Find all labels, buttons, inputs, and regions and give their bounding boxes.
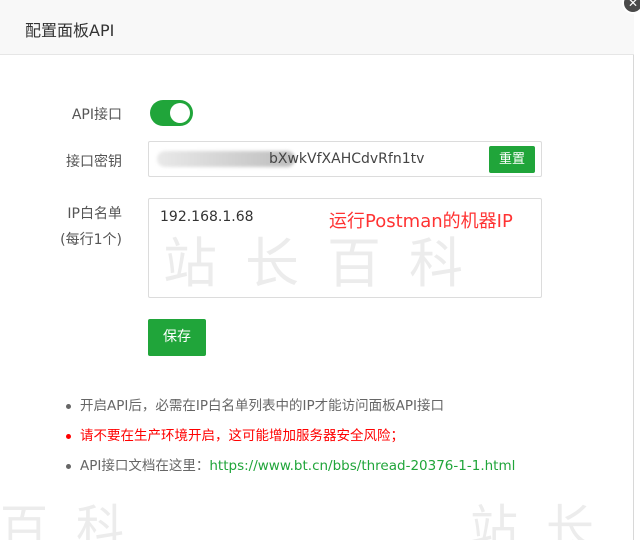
bullet-icon [66, 434, 71, 439]
watermark-graphic: 站长 [470, 500, 623, 540]
list-item: 开启API后，必需在IP白名单列表中的IP才能访问面板API接口 [66, 396, 515, 426]
reset-key-button[interactable]: 重置 [489, 146, 535, 173]
api-key-value: bXwkVfXAHCdvRfn1tv [269, 151, 425, 167]
ip-whitelist-hint: (每行1个) [60, 232, 122, 248]
config-api-dialog: 配置面板API API接口 接口密钥 bXwkVfXAHCdvRfn1tv 重置… [0, 0, 634, 540]
list-item: 请不要在生产环境开启，这可能增加服务器安全风险； [66, 426, 515, 456]
api-toggle-label: API接口 [71, 107, 122, 123]
watermark-graphic: 百科 [0, 500, 153, 540]
dialog-header: 配置面板API [0, 0, 634, 55]
ip-whitelist-textarea[interactable]: 站长百科 192.168.1.68 运行Postman的机器IP [148, 198, 542, 298]
notes-list: 开启API后，必需在IP白名单列表中的IP才能访问面板API接口 请不要在生产环… [66, 396, 515, 486]
ip-whitelist-label: IP白名单 [67, 206, 122, 222]
doc-prefix-text: API接口文档在这里： [80, 458, 210, 474]
warning-text: 请不要在生产环境开启，这可能增加服务器安全风险； [80, 428, 404, 444]
api-key-field[interactable]: bXwkVfXAHCdvRfn1tv 重置 [148, 141, 542, 177]
api-key-label: 接口密钥 [66, 154, 122, 170]
postman-ip-annotation: 运行Postman的机器IP [329, 211, 513, 232]
ip-whitelist-value: 192.168.1.68 [160, 209, 254, 225]
save-button[interactable]: 保存 [148, 319, 206, 356]
bullet-icon [66, 404, 71, 409]
note-text: 开启API后，必需在IP白名单列表中的IP才能访问面板API接口 [80, 398, 444, 414]
api-doc-link[interactable]: https://www.bt.cn/bbs/thread-20376-1-1.h… [209, 458, 515, 474]
toggle-knob [170, 103, 190, 123]
bullet-icon [66, 464, 71, 469]
dialog-title: 配置面板API [25, 21, 115, 40]
list-item: API接口文档在这里：https://www.bt.cn/bbs/thread-… [66, 456, 515, 486]
api-toggle-switch[interactable] [150, 100, 193, 126]
